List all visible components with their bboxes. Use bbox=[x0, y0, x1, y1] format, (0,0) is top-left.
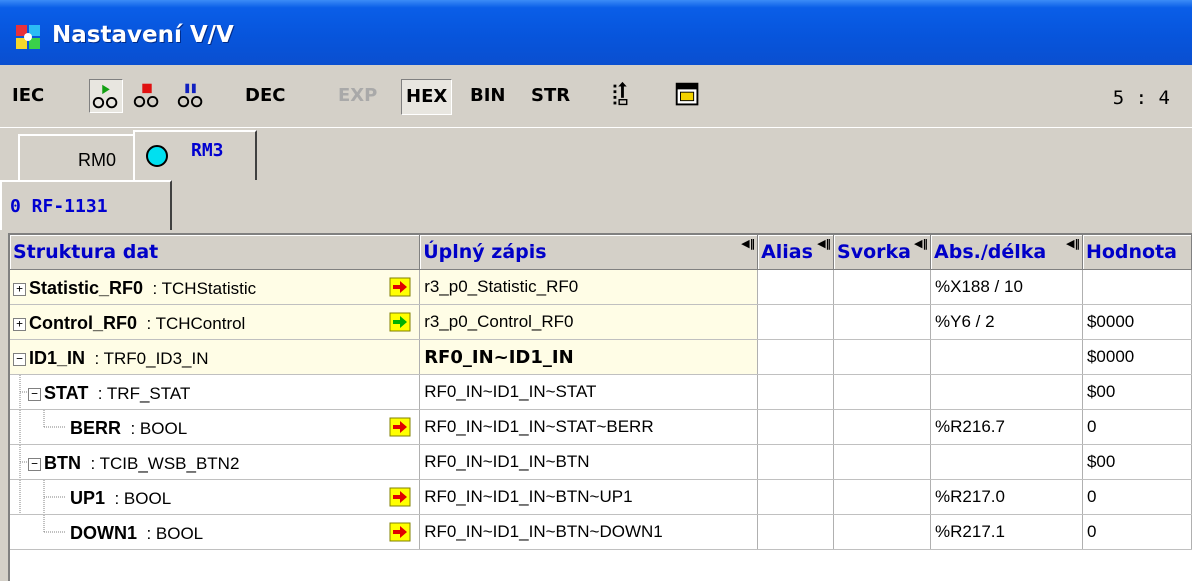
full-path-cell[interactable]: r3_p0_Statistic_RF0 bbox=[419, 269, 759, 305]
full-path-cell[interactable]: RF0_IN~ID1_IN~BTN bbox=[419, 444, 759, 480]
column-resize-icon[interactable]: ◀‖ bbox=[741, 237, 755, 250]
abs-cell[interactable]: %X188 / 10 bbox=[930, 269, 1083, 305]
expand-icon[interactable]: + bbox=[13, 283, 26, 297]
table-row[interactable]: UP1 : BOOL RF0_IN~ID1_IN~BTN~UP1 %R217.0… bbox=[10, 479, 1192, 515]
table-row[interactable]: + Control_RF0 : TCHControl r3_p0_Control_… bbox=[10, 304, 1192, 340]
abs-cell[interactable] bbox=[930, 374, 1083, 410]
input-arrow-icon bbox=[389, 522, 411, 542]
svorka-cell[interactable] bbox=[833, 374, 932, 410]
svorka-cell[interactable] bbox=[833, 479, 932, 515]
tab-rm0[interactable]: RM0 bbox=[18, 134, 133, 180]
tab-rm3[interactable]: RM3 bbox=[133, 130, 257, 180]
abs-cell[interactable]: %Y6 / 2 bbox=[930, 304, 1083, 340]
alias-cell[interactable] bbox=[757, 409, 835, 445]
full-path-cell[interactable]: RF0_IN~ID1_IN~BTN~DOWN1 bbox=[419, 514, 759, 550]
tab-rf-1131[interactable]: 0 RF-1131 bbox=[0, 180, 172, 230]
table-row[interactable]: − STAT : TRF_STAT RF0_IN~ID1_IN~STAT $00 bbox=[10, 374, 1192, 410]
hex-button[interactable]: HEX bbox=[401, 79, 453, 115]
value-cell[interactable]: 0 bbox=[1082, 409, 1192, 445]
collapse-icon[interactable]: − bbox=[28, 458, 41, 472]
module-tabs: RM0 RM3 bbox=[0, 128, 1192, 180]
col-header-struktura[interactable]: Struktura dat bbox=[10, 235, 421, 270]
tree-cell[interactable]: − STAT : TRF_STAT bbox=[10, 374, 421, 410]
dec-button[interactable]: DEC bbox=[245, 79, 285, 113]
table-row[interactable]: − BTN : TCIB_WSB_BTN2 RF0_IN~ID1_IN~BTN $… bbox=[10, 444, 1192, 480]
svorka-cell[interactable] bbox=[833, 269, 932, 305]
svorka-cell[interactable] bbox=[833, 409, 932, 445]
iec-button[interactable]: IEC bbox=[12, 79, 44, 113]
sort-dots-icon[interactable] bbox=[606, 79, 640, 113]
input-arrow-icon bbox=[389, 487, 411, 507]
window-title: Nastavení V/V bbox=[52, 22, 234, 48]
title-bar[interactable]: Nastavení V/V bbox=[0, 0, 1192, 65]
tree-cell[interactable]: + Control_RF0 : TCHControl bbox=[10, 304, 421, 340]
alias-cell[interactable] bbox=[757, 514, 835, 550]
abs-cell[interactable] bbox=[930, 444, 1083, 480]
alias-cell[interactable] bbox=[757, 374, 835, 410]
screen-ratio: 5 : 4 bbox=[1112, 87, 1170, 109]
toolbar: IEC DEC EXP HEX BIN STR 5: 4 bbox=[0, 65, 1192, 128]
io-data-grid: Struktura dat Úplný zápis ◀‖ Alias ◀‖ Svor… bbox=[8, 233, 1192, 581]
alias-cell[interactable] bbox=[757, 269, 835, 305]
full-path-cell[interactable]: RF0_IN~ID1_IN~STAT bbox=[419, 374, 759, 410]
table-row[interactable]: − ID1_IN : TRF0_ID3_IN RF0_IN~ID1_IN $000… bbox=[10, 339, 1192, 375]
table-row[interactable]: BERR : BOOL RF0_IN~ID1_IN~STAT~BERR %R21… bbox=[10, 409, 1192, 445]
abs-cell[interactable]: %R217.0 bbox=[930, 479, 1083, 515]
tree-cell[interactable]: DOWN1 : BOOL bbox=[10, 514, 421, 550]
alias-cell[interactable] bbox=[757, 444, 835, 480]
window-panel-icon[interactable] bbox=[672, 79, 706, 113]
svorka-cell[interactable] bbox=[833, 514, 932, 550]
col-header-svorka[interactable]: Svorka ◀‖ bbox=[833, 235, 932, 270]
alias-cell[interactable] bbox=[757, 479, 835, 515]
full-path-cell[interactable]: r3_p0_Control_RF0 bbox=[419, 304, 759, 340]
full-path-cell[interactable]: RF0_IN~ID1_IN~BTN~UP1 bbox=[419, 479, 759, 515]
alias-cell[interactable] bbox=[757, 339, 835, 375]
bin-button[interactable]: BIN bbox=[470, 79, 505, 113]
tree-cell[interactable]: UP1 : BOOL bbox=[10, 479, 421, 515]
output-arrow-icon bbox=[389, 312, 411, 332]
full-path-cell[interactable]: RF0_IN~ID1_IN bbox=[419, 339, 759, 375]
col-header-abs-delka[interactable]: Abs./délka ◀‖ bbox=[930, 235, 1083, 270]
svorka-cell[interactable] bbox=[833, 444, 932, 480]
input-arrow-icon bbox=[389, 277, 411, 297]
col-header-hodnota[interactable]: Hodnota bbox=[1082, 235, 1192, 270]
puzzle-app-icon bbox=[16, 25, 40, 49]
stop-red-icon[interactable] bbox=[131, 79, 165, 113]
abs-cell[interactable] bbox=[930, 339, 1083, 375]
value-cell[interactable]: 0 bbox=[1082, 479, 1192, 515]
collapse-icon[interactable]: − bbox=[28, 388, 41, 402]
table-row[interactable]: + Statistic_RF0 : TCHStatistic r3_p0_Stat… bbox=[10, 269, 1192, 305]
svorka-cell[interactable] bbox=[833, 339, 932, 375]
collapse-icon[interactable]: − bbox=[13, 353, 26, 367]
column-resize-icon[interactable]: ◀‖ bbox=[817, 237, 831, 250]
expand-icon[interactable]: + bbox=[13, 318, 26, 332]
tree-cell[interactable]: BERR : BOOL bbox=[10, 409, 421, 445]
submodule-tabs: 0 RF-1131 bbox=[0, 180, 1192, 230]
col-header-alias[interactable]: Alias ◀‖ bbox=[757, 235, 835, 270]
run-green-icon[interactable] bbox=[89, 79, 123, 113]
value-cell[interactable]: $00 bbox=[1082, 444, 1192, 480]
pause-blue-icon[interactable] bbox=[175, 79, 209, 113]
svorka-cell[interactable] bbox=[833, 304, 932, 340]
full-path-cell[interactable]: RF0_IN~ID1_IN~STAT~BERR bbox=[419, 409, 759, 445]
str-button[interactable]: STR bbox=[531, 79, 570, 113]
exp-button[interactable]: EXP bbox=[338, 79, 377, 113]
column-resize-icon[interactable]: ◀‖ bbox=[914, 237, 928, 250]
abs-cell[interactable]: %R217.1 bbox=[930, 514, 1083, 550]
value-cell[interactable]: $0000 bbox=[1082, 304, 1192, 340]
column-resize-icon[interactable]: ◀‖ bbox=[1066, 237, 1080, 250]
value-cell[interactable]: $0000 bbox=[1082, 339, 1192, 375]
abs-cell[interactable]: %R216.7 bbox=[930, 409, 1083, 445]
tree-cell[interactable]: − ID1_IN : TRF0_ID3_IN bbox=[10, 339, 421, 375]
col-header-uplny-zapis[interactable]: Úplný zápis ◀‖ bbox=[419, 235, 759, 270]
tree-cell[interactable]: + Statistic_RF0 : TCHStatistic bbox=[10, 269, 421, 305]
table-row[interactable]: DOWN1 : BOOL RF0_IN~ID1_IN~BTN~DOWN1 %R2… bbox=[10, 514, 1192, 550]
value-cell[interactable]: $00 bbox=[1082, 374, 1192, 410]
input-arrow-icon bbox=[389, 417, 411, 437]
tree-cell[interactable]: − BTN : TCIB_WSB_BTN2 bbox=[10, 444, 421, 480]
alias-cell[interactable] bbox=[757, 304, 835, 340]
value-cell[interactable] bbox=[1082, 269, 1192, 305]
status-circle-icon bbox=[146, 145, 168, 167]
value-cell[interactable]: 0 bbox=[1082, 514, 1192, 550]
